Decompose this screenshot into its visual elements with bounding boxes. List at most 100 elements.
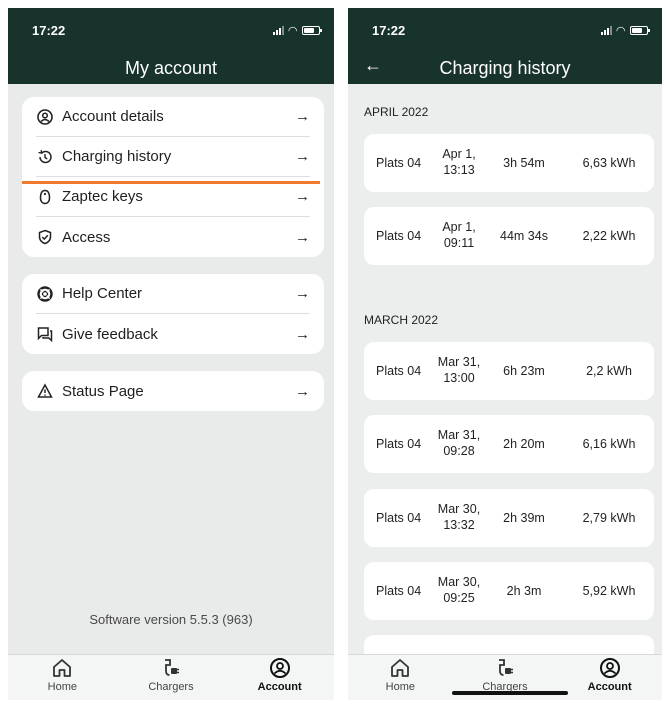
menu-label: Help Center [62,285,143,302]
charger-icon [164,659,179,676]
energy: 6,63 kWh [582,156,636,170]
lifebuoy-icon [36,285,54,303]
arrow-right-icon: → [295,285,310,302]
home-indicator [452,691,568,695]
tab-chargers[interactable]: Chargers [131,657,211,693]
tab-bar: Home Chargers Account [8,654,334,700]
menu-label: Account details [62,108,164,125]
home-icon [391,659,410,677]
place: Plats 04 [376,511,422,525]
tab-label: Account [587,681,632,693]
duration: 2h 20m [503,437,545,451]
date: Mar 30, [437,502,481,517]
header: My account [8,52,334,84]
history-icon [36,148,54,166]
history-item[interactable]: Plats 04 Apr 1, 13:13 3h 54m 6,63 kWh [364,134,654,192]
arrow-right-icon: → [295,188,310,205]
status-bar: 17:22 ◠ [8,8,334,52]
header: ← Charging history [348,52,662,84]
energy: 6,16 kWh [582,437,636,451]
time: 09:25 [443,591,475,605]
status-icons: ◠ [600,24,650,37]
date: Mar 30, [437,575,481,590]
charger-icon [498,659,513,676]
arrow-right-icon: → [295,325,310,343]
time: 13:13 [443,163,475,177]
home-icon [53,659,72,677]
time: 13:32 [443,518,475,532]
tab-label: Home [47,681,77,693]
session-datetime: Mar 30, 09:25 [434,575,484,606]
duration: 6h 23m [503,364,545,378]
menu-help-center[interactable]: Help Center → [36,274,310,314]
tab-label: Account [257,681,302,693]
menu-label: Zaptec keys [62,188,143,205]
history-item[interactable]: Plats 04 Mar 30, 13:32 2h 39m 2,79 kWh [364,489,654,547]
place: Plats 04 [376,156,422,170]
date: Apr 1, [442,147,476,162]
menu-label: Status Page [62,382,144,400]
shield-check-icon [36,228,54,246]
session-datetime: Apr 1, 09:11 [434,220,484,251]
page-title: Charging history [439,57,571,78]
menu-give-feedback[interactable]: Give feedback → [36,314,310,354]
tab-bar: Home Chargers Account [348,654,662,700]
time: 09:28 [443,444,475,458]
wifi-icon: ◠ [288,24,297,37]
signal-icon [600,25,612,35]
my-account-screen: 17:22 ◠ My account Account details → Cha… [8,8,334,700]
time: 13:00 [443,371,475,385]
session-datetime: Mar 31, 09:28 [434,428,484,459]
history-item[interactable]: Plats 04 Mar 31, 13:00 6h 23m 2,2 kWh [364,342,654,400]
signal-icon [272,25,284,35]
menu-account-details[interactable]: Account details → [36,97,310,137]
tab-account[interactable]: Account [240,657,320,693]
time: 09:11 [443,236,475,250]
history-item[interactable]: Plats 04 Mar 31, 09:28 2h 20m 6,16 kWh [364,415,654,473]
section-header: APRIL 2022 [364,105,429,119]
session-datetime: Apr 1, 13:13 [434,147,484,178]
section-header: MARCH 2022 [364,313,439,327]
battery-icon [302,25,322,35]
menu-access[interactable]: Access → [36,217,310,257]
place: Plats 04 [376,364,422,378]
arrow-right-icon: → [295,108,310,125]
arrow-right-icon: → [295,228,310,246]
menu-charging-history[interactable]: Charging history → [36,137,310,177]
account-icon [269,658,290,678]
place: Plats 04 [376,437,422,451]
selection-highlight [22,181,320,184]
arrow-right-icon: → [295,148,310,165]
status-time: 17:22 [372,22,406,38]
warning-icon [36,382,54,400]
account-menu-card: Account details → Charging history → Zap… [22,97,324,257]
battery-icon [630,25,650,35]
duration: 44m 34s [500,229,548,243]
tab-chargers[interactable]: Chargers [465,657,545,693]
energy: 2,79 kWh [582,511,636,525]
date: Mar 31, [437,428,481,443]
arrow-right-icon: → [295,382,310,400]
tab-account[interactable]: Account [570,657,650,693]
charging-history-screen: 17:22 ◠ ← Charging history APRIL 2022 Pl… [348,8,662,700]
software-version: Software version 5.5.3 (963) [89,612,253,627]
back-arrow-icon[interactable]: ← [364,55,382,76]
account-icon [599,658,620,678]
help-menu-card: Help Center → Give feedback → [22,274,324,354]
tab-home[interactable]: Home [22,657,102,693]
energy: 2,22 kWh [582,229,636,243]
wifi-icon: ◠ [616,24,625,37]
menu-status-page[interactable]: Status Page → [36,371,310,411]
status-icons: ◠ [272,24,322,37]
tab-home[interactable]: Home [360,657,440,693]
date: Apr 1, [442,220,476,235]
duration: 3h 54m [503,156,545,170]
status-time: 17:22 [32,22,66,38]
menu-label: Give feedback [62,325,158,343]
key-tag-icon [36,188,54,206]
history-item[interactable]: Plats 04 Apr 1, 09:11 44m 34s 2,22 kWh [364,207,654,265]
history-item[interactable]: Plats 04 Mar 30, 09:25 2h 3m 5,92 kWh [364,562,654,620]
duration: 2h 3m [506,584,542,598]
menu-label: Access [62,228,111,246]
user-circle-icon [36,108,54,126]
